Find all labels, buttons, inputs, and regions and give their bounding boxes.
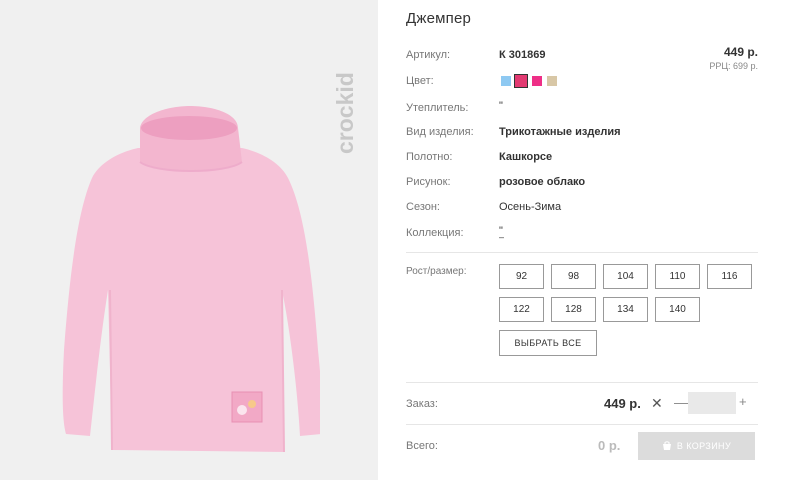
crockid-logo: crockid [334,72,358,154]
logo-text: crockid [334,72,358,154]
size-button-92[interactable]: 92 [499,264,544,289]
fabric-value: Кашкорсе [499,151,553,163]
collection-value-dash: – [499,232,505,242]
collection-label: Коллекция: [406,227,464,239]
rrp-price: РРЦ: 699 р. [709,61,758,71]
size-label: Рост/размер: [406,266,467,277]
size-button-116[interactable]: 116 [707,264,752,289]
product-title: Джемпер [406,10,472,27]
basket-icon [662,441,671,450]
product-details: Джемпер Артикул: К 301869 449 р. РРЦ: 69… [406,0,758,480]
size-button-134[interactable]: 134 [603,297,648,322]
season-value: Осень-Зима [499,201,562,213]
order-price: 449 р. [604,396,641,411]
pattern-value: розовое облако [499,176,586,188]
divider [406,382,758,383]
divider [406,252,758,253]
total-value: 0 р. [598,438,621,453]
swatch-beige[interactable] [547,76,557,86]
add-to-cart-label: В КОРЗИНУ [676,441,732,451]
product-image-jumper [62,106,320,453]
total-label: Всего: [406,440,438,452]
article-label: Артикул: [406,49,451,61]
increase-quantity-button[interactable]: + [739,394,747,409]
article-value: К 301869 [499,49,546,61]
insulation-label: Утеплитель: [406,102,469,114]
item-type-value: Трикотажные изделия [499,126,621,138]
order-label: Заказ: [406,398,438,410]
fabric-label: Полотно: [406,151,453,163]
color-label: Цвет: [406,75,434,87]
swatch-pink[interactable] [532,76,542,86]
product-photo[interactable]: crockid [0,0,378,480]
size-button-128[interactable]: 128 [551,297,596,322]
quantity-input[interactable] [688,392,736,414]
size-button-140[interactable]: 140 [655,297,700,322]
product-price: 449 р. [723,45,758,59]
size-button-98[interactable]: 98 [551,264,596,289]
item-type-label: Вид изделия: [406,126,474,138]
size-button-110[interactable]: 110 [655,264,700,289]
size-button-122[interactable]: 122 [499,297,544,322]
pattern-label: Рисунок: [406,176,451,188]
season-label: Сезон: [406,201,440,213]
add-to-cart-button[interactable]: В КОРЗИНУ [638,432,755,460]
swatch-light-blue[interactable] [501,76,511,86]
size-button-104[interactable]: 104 [603,264,648,289]
decrease-quantity-button[interactable]: — [674,394,688,410]
times-icon: ✕ [651,395,663,411]
insulation-value: " [499,100,503,112]
select-all-sizes-button[interactable]: ВЫБРАТЬ ВСЕ [499,330,597,356]
divider [406,424,758,425]
swatch-crimson-selected[interactable] [514,74,528,88]
